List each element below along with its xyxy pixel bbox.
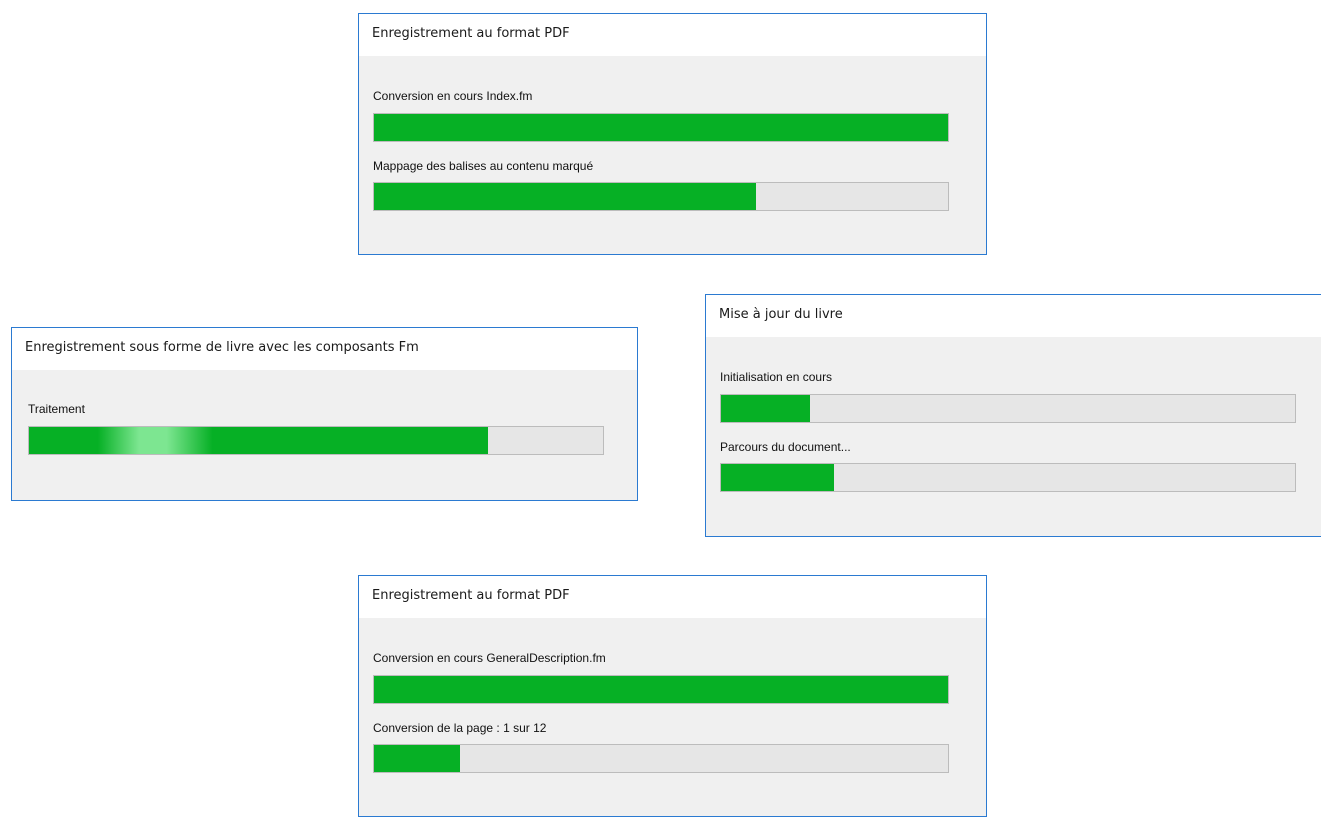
task-label-processing: Traitement (28, 402, 85, 416)
progress-bar-tag-mapping (373, 182, 949, 211)
progress-bar-converting-file (373, 113, 949, 142)
task-label-document-scan: Parcours du document... (720, 440, 851, 454)
task-label-converting-file: Conversion en cours GeneralDescription.f… (373, 651, 606, 665)
progress-bar-page-conversion (373, 744, 949, 773)
save-as-book-dialog: Enregistrement sous forme de livre avec … (11, 327, 638, 501)
progress-bar-processing (28, 426, 604, 455)
progress-bar-fill (374, 183, 756, 210)
pdf-export-dialog: Enregistrement au format PDF Conversion … (358, 575, 987, 817)
dialog-title: Enregistrement au format PDF (359, 576, 986, 618)
dialog-title: Mise à jour du livre (706, 295, 1321, 337)
progress-bar-fill (374, 114, 948, 141)
progress-bar-document-scan (720, 463, 1296, 492)
task-label-converting-file: Conversion en cours Index.fm (373, 89, 533, 103)
dialog-title: Enregistrement au format PDF (359, 14, 986, 56)
pdf-export-dialog: Enregistrement au format PDF Conversion … (358, 13, 987, 255)
book-update-dialog: Mise à jour du livre Initialisation en c… (705, 294, 1321, 537)
progress-bar-fill (29, 427, 489, 454)
dialog-title: Enregistrement sous forme de livre avec … (12, 328, 637, 370)
progress-bar-fill (721, 464, 835, 491)
task-label-page-conversion: Conversion de la page : 1 sur 12 (373, 721, 547, 735)
progress-bar-initializing (720, 394, 1296, 423)
progress-bar-converting-file (373, 675, 949, 704)
progress-bar-fill (374, 745, 461, 772)
task-label-initializing: Initialisation en cours (720, 370, 833, 384)
task-label-tag-mapping: Mappage des balises au contenu marqué (373, 159, 594, 173)
progress-bar-fill (374, 676, 948, 703)
progress-bar-fill (721, 395, 810, 422)
